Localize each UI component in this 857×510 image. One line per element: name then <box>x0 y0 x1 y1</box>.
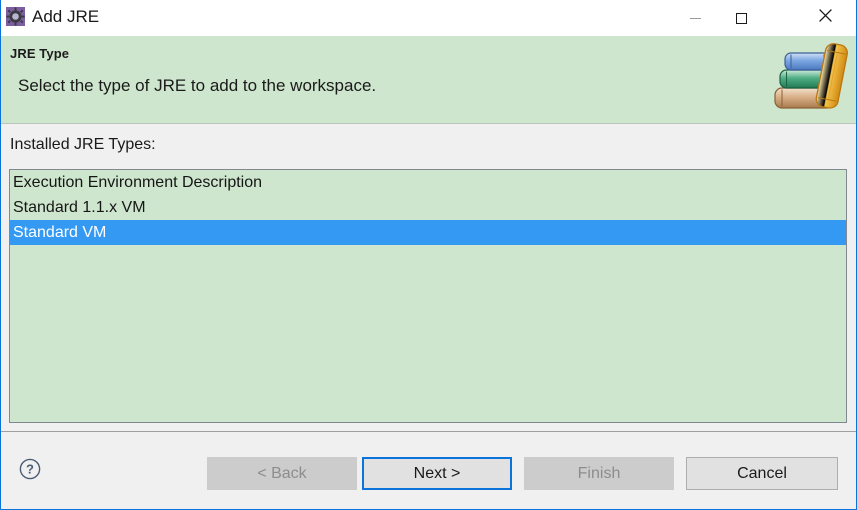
cancel-button-label: Cancel <box>737 464 787 482</box>
list-item-selected[interactable]: Standard VM <box>10 220 846 245</box>
back-button[interactable]: < Back <box>207 457 357 490</box>
books-stack-icon <box>768 36 853 122</box>
list-item-label: Standard VM <box>13 224 107 241</box>
list-item[interactable]: Execution Environment Description <box>10 170 846 195</box>
dialog-body: Installed JRE Types: Execution Environme… <box>1 124 856 429</box>
window-title: Add JRE <box>32 7 100 26</box>
add-jre-dialog: Add JRE JRE Type Select the type of JRE … <box>0 0 857 510</box>
page-title: JRE Type <box>10 46 70 61</box>
wizard-header: JRE Type Select the type of JRE to add t… <box>1 36 856 124</box>
minimize-icon <box>689 17 701 19</box>
list-item-label: Execution Environment Description <box>13 174 263 191</box>
list-item-label: Standard 1.1.x VM <box>13 199 146 216</box>
dialog-footer: ? < Back Next > Finish Cancel <box>1 432 856 509</box>
next-button[interactable]: Next > <box>362 457 512 490</box>
back-button-label: < Back <box>257 464 307 482</box>
page-description: Select the type of JRE to add to the wor… <box>18 76 377 95</box>
maximize-button[interactable] <box>718 0 764 36</box>
maximize-icon <box>735 12 747 24</box>
jre-gear-icon <box>6 7 25 26</box>
svg-text:?: ? <box>26 462 34 477</box>
title-bar: Add JRE <box>1 0 856 37</box>
finish-button-label: Finish <box>577 464 621 482</box>
jre-type-list[interactable]: Execution Environment Description Standa… <box>9 169 847 423</box>
finish-button[interactable]: Finish <box>524 457 674 490</box>
minimize-button[interactable] <box>672 0 718 36</box>
help-icon[interactable]: ? <box>19 458 41 480</box>
cancel-button[interactable]: Cancel <box>686 457 838 490</box>
installed-jre-types-label: Installed JRE Types: <box>10 136 156 153</box>
close-icon <box>818 9 832 27</box>
close-button[interactable] <box>802 0 848 36</box>
list-item[interactable]: Standard 1.1.x VM <box>10 195 846 220</box>
next-button-label: Next > <box>413 464 461 482</box>
